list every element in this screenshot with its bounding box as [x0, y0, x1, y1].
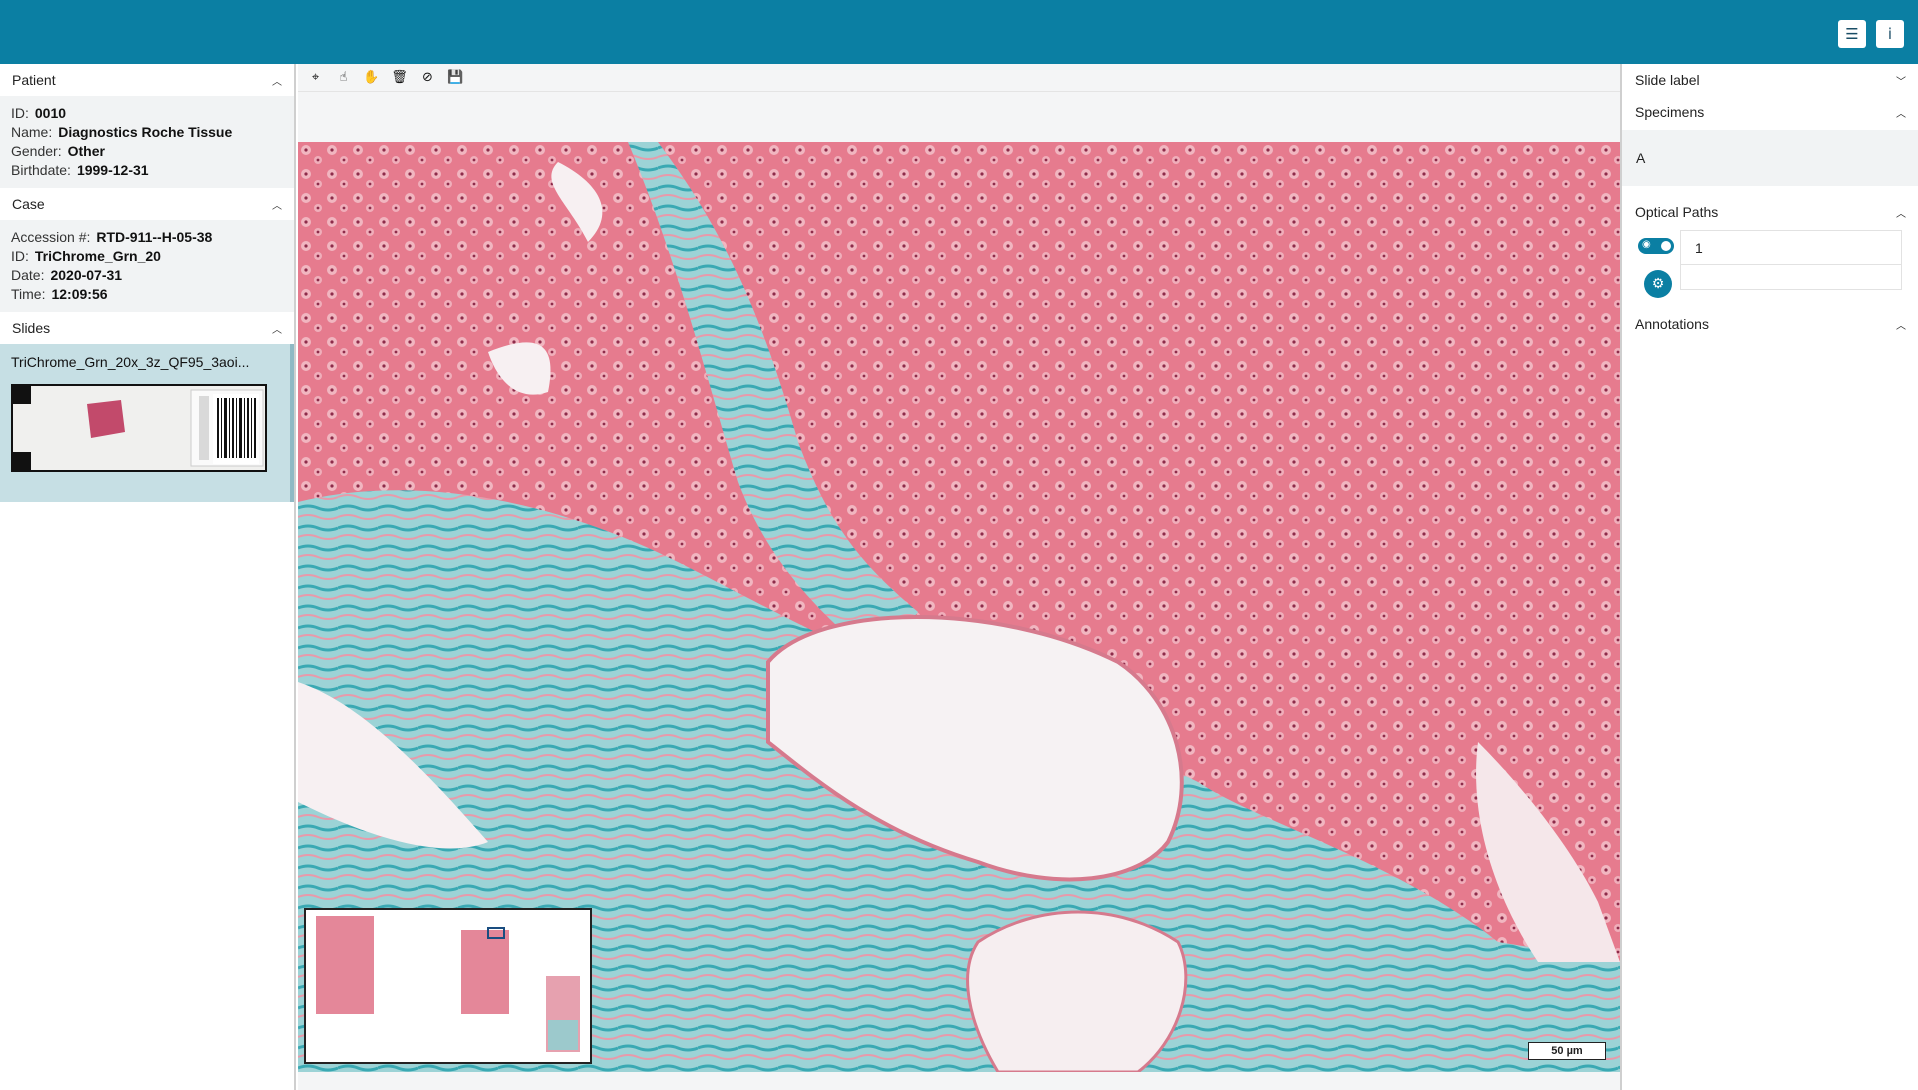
slide-list-item[interactable]: TriChrome_Grn_20x_3z_QF95_3aoi...: [0, 344, 294, 502]
tool-glyph: ⊘: [422, 70, 433, 85]
optical-paths-section-header[interactable]: Optical Paths ︿: [1622, 196, 1918, 228]
field-value: 12:09:56: [51, 286, 108, 302]
field-label: Accession #: [11, 229, 87, 245]
tool-glyph: ✋: [363, 70, 380, 85]
gear-icon[interactable]: ⚙: [1644, 270, 1672, 298]
app-header: ☰ i: [0, 0, 1918, 64]
field-value: 2020-07-31: [50, 267, 123, 283]
eye-slash-icon[interactable]: ⊘: [415, 66, 440, 90]
field-label: Birthdate: [11, 162, 68, 178]
slides-section-header[interactable]: Slides ︿: [0, 312, 294, 344]
case-time-row: Time: 12:09:56: [11, 286, 108, 302]
left-sidebar: Patient ︿ ID: 0010 Name: Diagnostics Roche…: [0, 64, 296, 1090]
chevron-up-icon[interactable]: ︿: [272, 73, 282, 88]
patient-details: ID: 0010 Name: Diagnostics Roche Tissue Ge…: [0, 96, 294, 188]
slide-label-title: Slide label: [1635, 72, 1700, 88]
chevron-up-icon[interactable]: ︿: [272, 197, 282, 212]
slide-label-section-header[interactable]: Slide label ﹀: [1622, 64, 1918, 96]
patient-section-title: Patient: [12, 72, 56, 88]
info-icon[interactable]: i: [1876, 20, 1904, 48]
optical-path-item: ◉ ⚙ 1: [1622, 228, 1918, 308]
slide-thumbnail[interactable]: [11, 384, 267, 472]
case-section-header[interactable]: Case ︿: [0, 188, 294, 220]
field-value: RTD-911--H-05-38: [96, 229, 213, 245]
patient-id-row: ID: 0010: [11, 105, 67, 121]
patient-birthdate-row: Birthdate: 1999-12-31: [11, 162, 149, 178]
tool-glyph: ⌖: [311, 70, 320, 85]
overview-thumbnail: [306, 910, 590, 1062]
chevron-up-icon[interactable]: ︿: [272, 321, 282, 336]
case-accession-row: Accession #: RTD-911--H-05-38: [11, 229, 213, 245]
patient-section-header[interactable]: Patient ︿: [0, 64, 294, 96]
case-details: Accession #: RTD-911--H-05-38 ID: TriChrom…: [0, 220, 294, 312]
tool-glyph: 🗑: [391, 70, 408, 85]
chevron-up-icon[interactable]: ︿: [1896, 205, 1906, 220]
field-value: TriChrome_Grn_20: [34, 248, 161, 264]
draw-roi-icon[interactable]: ⌖: [303, 66, 328, 90]
case-id-row: ID: TriChrome_Grn_20: [11, 248, 161, 264]
toggle-knob: [1661, 241, 1671, 251]
field-label: Gender: [11, 143, 58, 159]
case-section-title: Case: [12, 196, 45, 212]
tool-glyph: ☝: [339, 70, 348, 85]
trash-icon[interactable]: 🗑: [387, 66, 412, 90]
slide-name: TriChrome_Grn_20x_3z_QF95_3aoi...: [11, 354, 250, 370]
slides-section-title: Slides: [12, 320, 51, 336]
optical-path-id[interactable]: 1: [1681, 231, 1901, 265]
viewer-panel: ⌖ ☝ ✋ 🗑 ⊘ 💾 50 µm: [298, 64, 1620, 1090]
chevron-up-icon[interactable]: ︿: [1896, 105, 1906, 120]
field-label: Name: [11, 124, 49, 140]
slide-thumbnail-image: [13, 386, 265, 470]
annotation-toolbar: ⌖ ☝ ✋ 🗑 ⊘ 💾: [298, 64, 1620, 92]
field-label: ID: [11, 105, 25, 121]
annotations-title: Annotations: [1635, 316, 1709, 332]
overview-map[interactable]: [304, 908, 592, 1064]
specimens-title: Specimens: [1635, 104, 1705, 120]
chevron-up-icon[interactable]: ︿: [1896, 317, 1906, 332]
right-sidebar: Slide label ﹀ Specimens ︿ A Optical Path…: [1620, 64, 1918, 1090]
select-pointer-icon[interactable]: ☝: [331, 66, 356, 90]
specimens-section-header[interactable]: Specimens ︿: [1622, 96, 1918, 128]
slide-viewport[interactable]: 50 µm: [298, 142, 1620, 1072]
list-glyph: ☰: [1845, 25, 1859, 43]
field-label: Time: [11, 286, 42, 302]
optical-paths-title: Optical Paths: [1635, 204, 1719, 220]
field-value: 0010: [34, 105, 67, 121]
patient-gender-row: Gender: Other: [11, 143, 105, 159]
field-label: Date: [11, 267, 41, 283]
field-value: Diagnostics Roche Tissue: [58, 124, 233, 140]
eye-icon: ◉: [1642, 239, 1651, 250]
visibility-toggle[interactable]: ◉: [1638, 238, 1674, 254]
field-label: ID: [11, 248, 25, 264]
field-value: 1999-12-31: [76, 162, 149, 178]
pan-hand-icon[interactable]: ✋: [359, 66, 384, 90]
patient-name-row: Name: Diagnostics Roche Tissue: [11, 124, 233, 140]
scale-bar: 50 µm: [1528, 1042, 1606, 1060]
info-glyph: i: [1887, 25, 1893, 43]
case-date-row: Date: 2020-07-31: [11, 267, 123, 283]
optical-path-list: 1: [1680, 230, 1902, 290]
tool-glyph: 💾: [447, 70, 464, 85]
field-value: Other: [67, 143, 105, 159]
specimen-item: A: [1622, 130, 1918, 186]
annotations-section-header[interactable]: Annotations ︿: [1622, 308, 1918, 340]
chevron-down-icon[interactable]: ﹀: [1896, 73, 1906, 88]
save-icon[interactable]: 💾: [443, 66, 468, 90]
specimen-value: A: [1636, 150, 1646, 166]
list-icon[interactable]: ☰: [1838, 20, 1866, 48]
